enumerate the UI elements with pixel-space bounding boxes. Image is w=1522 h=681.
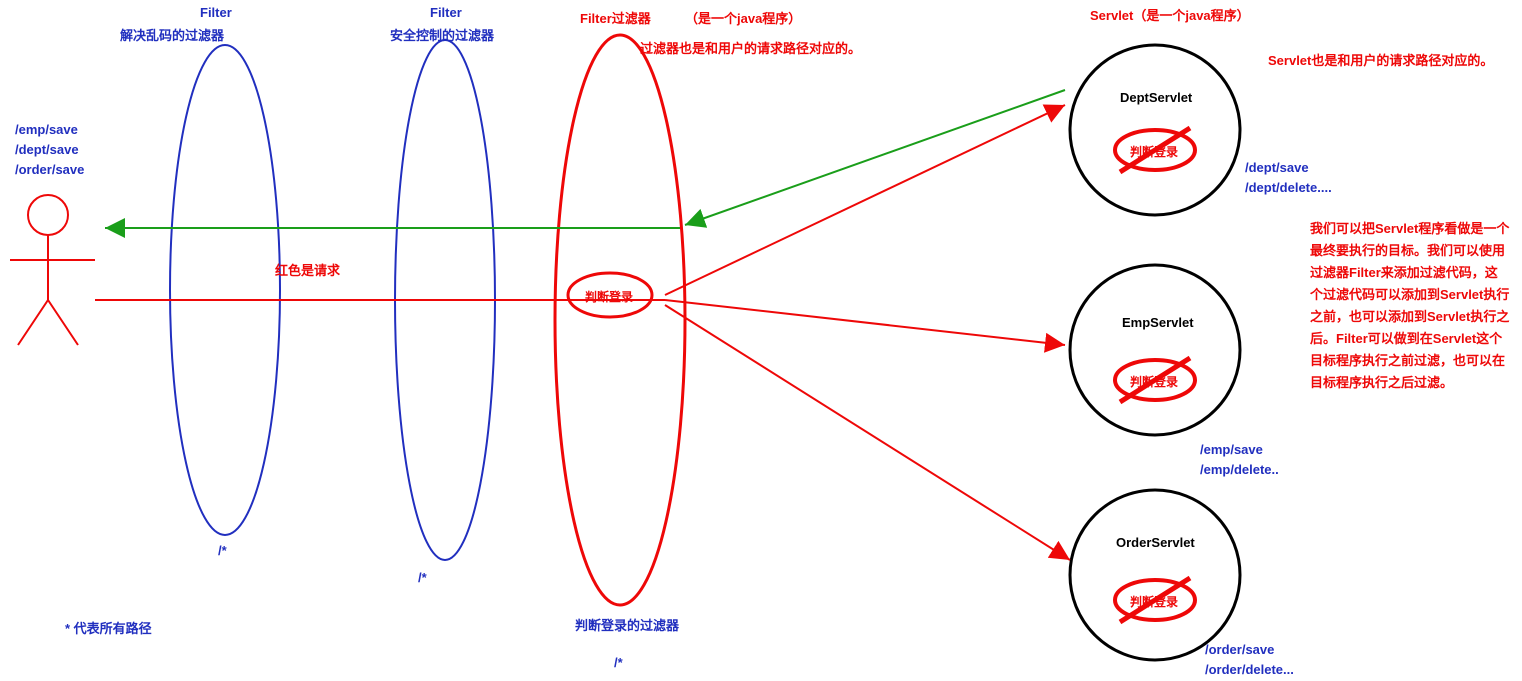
request-note: 红色是请求 — [275, 260, 340, 279]
filter2-title: Filter — [430, 5, 462, 20]
filter1-desc: 解决乱码的过滤器 — [120, 25, 224, 44]
filter2-desc: 安全控制的过滤器 — [390, 25, 494, 44]
servlets-header: Servlet（是一个java程序） — [1090, 5, 1250, 24]
req-to-emp — [665, 300, 1065, 345]
filter1-title: Filter — [200, 5, 232, 20]
emp-inner-label: 判断登录 — [1130, 373, 1178, 390]
filter-login-ellipse — [555, 35, 685, 605]
servlets-note: Servlet也是和用户的请求路径对应的。 — [1268, 50, 1493, 69]
diagram-svg — [0, 0, 1522, 681]
dept-servlet-name: DeptServlet — [1120, 90, 1192, 105]
wildcard-note: * 代表所有路径 — [65, 618, 152, 637]
filter-encoding-ellipse — [170, 45, 280, 535]
req-to-order — [665, 305, 1070, 560]
filter3-pattern: /* — [614, 655, 623, 670]
user-paths: /emp/save /dept/save /order/save — [15, 120, 84, 180]
order-inner-label: 判断登录 — [1130, 593, 1178, 610]
emp-servlet-name: EmpServlet — [1122, 315, 1194, 330]
filter3-bottom-desc: 判断登录的过滤器 — [575, 615, 679, 634]
resp-dept-to-filter — [685, 90, 1065, 225]
explanation-text: 我们可以把Servlet程序看做是一个最终要执行的目标。我们可以使用过滤器Fil… — [1310, 218, 1510, 394]
diagram-root: { "filters": { "encoding": { "title": "F… — [0, 0, 1522, 681]
req-to-dept — [665, 105, 1065, 295]
user-icon — [10, 195, 95, 345]
filter3-title: Filter过滤器 — [580, 8, 651, 27]
filter2-pattern: /* — [418, 570, 427, 585]
dept-inner-label: 判断登录 — [1130, 143, 1178, 160]
filter3-desc2: 过滤器也是和用户的请求路径对应的。 — [640, 38, 861, 57]
order-servlet-circle — [1070, 490, 1240, 660]
emp-paths: /emp/save /emp/delete.. — [1200, 440, 1279, 480]
filter3-inner-label: 判断登录 — [585, 288, 633, 305]
emp-servlet-circle — [1070, 265, 1240, 435]
dept-paths: /dept/save /dept/delete.... — [1245, 158, 1332, 198]
filter3-note: （是一个java程序） — [685, 8, 801, 27]
order-paths: /order/save /order/delete... — [1205, 640, 1294, 680]
order-servlet-name: OrderServlet — [1116, 535, 1195, 550]
filter1-pattern: /* — [218, 543, 227, 558]
